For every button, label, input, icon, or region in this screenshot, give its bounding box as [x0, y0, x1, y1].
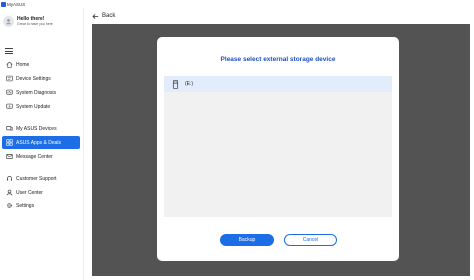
- user-avatar-icon: [6, 18, 11, 24]
- sidebar-item-label: System Update: [16, 103, 51, 110]
- sidebar-item-asus-apps-deals[interactable]: ASUS Apps & Deals: [2, 136, 80, 149]
- hamburger-menu-icon[interactable]: [5, 48, 13, 54]
- arrow-left-icon: [92, 13, 99, 19]
- user-icon: [5, 189, 13, 197]
- update-icon: [5, 103, 13, 111]
- avatar: [3, 15, 14, 27]
- sidebar-item-label: System Diagnosis: [16, 89, 57, 96]
- diagnosis-icon: [5, 89, 13, 97]
- cancel-button[interactable]: Cancel: [284, 234, 337, 246]
- sidebar-item-label: Settings: [16, 202, 35, 209]
- back-button[interactable]: Back: [92, 10, 115, 22]
- support-icon: [5, 175, 13, 183]
- home-icon: [5, 61, 13, 69]
- sidebar-item-settings[interactable]: Settings: [2, 199, 80, 212]
- sidebar-item-message-center[interactable]: Message Center: [2, 150, 80, 163]
- sidebar-item-home[interactable]: Home: [2, 58, 80, 71]
- sidebar-item-label: Message Center: [16, 153, 53, 160]
- app-logo: [1, 1, 6, 7]
- user-subtitle: Great to have you here: [17, 21, 53, 26]
- sidebar-item-system-diagnosis[interactable]: System Diagnosis: [2, 86, 80, 99]
- sidebar-item-label: Home: [16, 61, 30, 68]
- user-profile[interactable]: Hello there! Great to have you here: [3, 14, 81, 28]
- usb-drive-icon: [172, 79, 179, 89]
- sidebar-item-label: Customer Support: [16, 175, 57, 182]
- device-item-e[interactable]: (E:): [164, 76, 392, 92]
- sidebar-item-label: User Center: [16, 189, 43, 196]
- sidebar-item-my-asus-devices[interactable]: My ASUS Devices: [2, 122, 80, 135]
- sidebar: Hello there! Great to have you here Home…: [0, 8, 84, 280]
- message-icon: [5, 153, 13, 161]
- back-label: Back: [102, 13, 116, 19]
- sidebar-item-system-update[interactable]: System Update: [2, 100, 80, 113]
- title-bar: MyASUS: [0, 0, 474, 8]
- devices-icon: [5, 125, 13, 133]
- device-list: (E:): [164, 76, 392, 217]
- settings-sliders-icon: [5, 75, 13, 83]
- gear-icon: [5, 202, 13, 210]
- backup-button[interactable]: Backup: [220, 234, 274, 246]
- sidebar-item-user-center[interactable]: User Center: [2, 186, 80, 199]
- dialog-title: Please select external storage device: [220, 56, 336, 63]
- sidebar-item-device-settings[interactable]: Device Settings: [2, 72, 80, 85]
- sidebar-item-customer-support[interactable]: Customer Support: [2, 172, 80, 185]
- device-label: (E:): [185, 81, 194, 87]
- sidebar-item-label: My ASUS Devices: [16, 125, 57, 132]
- app-title: MyASUS: [7, 1, 26, 7]
- apps-icon: [5, 139, 13, 147]
- storage-select-dialog: Please select external storage device (E…: [157, 37, 399, 261]
- sidebar-item-label: Device Settings: [16, 75, 51, 82]
- sidebar-item-label: ASUS Apps & Deals: [16, 139, 62, 146]
